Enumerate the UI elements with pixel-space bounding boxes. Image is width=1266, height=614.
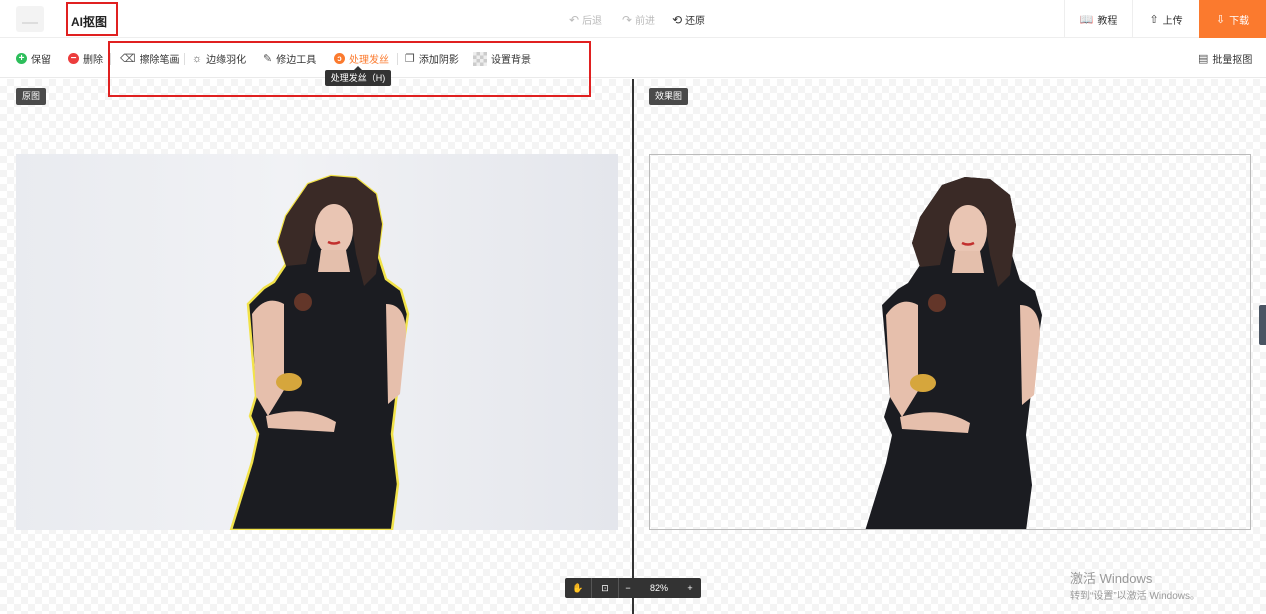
app-logo[interactable] [16,6,44,32]
result-image[interactable] [649,154,1251,530]
erase-stroke-button[interactable]: ⌫ 擦除笔画 [120,51,180,66]
download-label: 下载 [1229,15,1250,27]
upload-button[interactable]: ⇧ 上传 [1132,0,1199,38]
batch-label: 批量抠图 [1212,55,1253,66]
keep-brush-button[interactable]: + 保留 [16,51,51,66]
activation-watermark-title: 激活 Windows [1070,571,1153,586]
result-panel-label: 效果图 [649,88,689,105]
plus-icon: + [16,53,27,64]
batch-cutout-button[interactable]: ▤ 批量抠图 [1198,51,1252,66]
pan-hand-button[interactable]: ✋ [565,578,591,598]
portrait-figure-result [865,177,1042,529]
toolbar-divider [397,53,398,65]
feather-icon: ☼ [192,52,203,65]
top-bar: AI抠图 ↶ 后退 ↷ 前进 ⟲ 还原 📖 教程 ⇧ 上传 ⇩ 下载 [0,0,1266,38]
book-icon: 📖 [1079,13,1094,26]
pen-icon: ✎ [263,53,273,65]
feather-label: 边缘羽化 [206,55,247,66]
upload-label: 上传 [1162,15,1183,27]
zoom-in-button[interactable]: + [681,578,699,598]
set-background-button[interactable]: 设置背景 [473,51,531,66]
edge-tool-label: 修边工具 [276,55,317,66]
delete-label: 删除 [83,55,103,66]
checkerboard-icon [473,51,487,66]
add-shadow-button[interactable]: ❐ 添加阴影 [405,51,459,66]
shadow-icon: ❐ [405,53,415,65]
toolbar-divider [184,53,185,65]
activation-watermark-subtitle: 转到“设置”以激活 Windows。 [1070,591,1201,602]
batch-icon: ▤ [1198,53,1209,65]
undo-label: 后退 [582,16,603,27]
erase-label: 擦除笔画 [139,55,180,66]
redo-label: 前进 [635,16,656,27]
hair-label: 处理发丝 [349,55,389,66]
fit-screen-icon: ⊡ [601,582,609,593]
hair-process-button[interactable]: ↄ 处理发丝 [334,51,389,66]
tutorial-button[interactable]: 📖 教程 [1064,0,1132,38]
zoom-control-bar: ✋ ⊡ − 82% + [565,578,701,598]
side-feedback-tab[interactable] [1259,305,1266,345]
original-panel-label: 原图 [16,88,47,105]
edit-toolbar: + 保留 − 删除 ⌫ 擦除笔画 ☼ 边缘羽化 ✎ 修边工具 ↄ 处理发丝 ❐ … [0,38,1266,78]
minus-icon: − [68,53,79,64]
edge-feather-button[interactable]: ☼ 边缘羽化 [192,51,247,67]
split-divider[interactable] [632,79,634,614]
restore-icon: ⟲ [672,12,683,27]
restore-label: 还原 [685,16,706,27]
tutorial-label: 教程 [1097,15,1118,27]
download-icon: ⇩ [1215,13,1226,26]
hand-icon: ✋ [572,582,584,593]
eraser-icon: ⌫ [120,53,136,65]
toolbar-divider [110,53,111,65]
delete-brush-button[interactable]: − 删除 [68,51,103,66]
zoom-out-button[interactable]: − [619,578,637,598]
background-label: 设置背景 [491,55,531,66]
upload-icon: ⇧ [1149,13,1159,26]
download-button[interactable]: ⇩ 下载 [1199,0,1266,38]
hair-icon: ↄ [334,53,345,64]
undo-button[interactable]: ↶ 后退 [569,12,603,28]
zoom-level: 82% [649,583,668,593]
keep-label: 保留 [31,55,51,66]
fit-screen-button[interactable]: ⊡ [592,578,618,598]
zoom-in-icon: + [687,583,693,593]
original-image[interactable] [16,154,618,530]
edge-tool-button[interactable]: ✎ 修边工具 [263,51,316,66]
hair-tooltip: 处理发丝（H) [325,66,391,86]
redo-button[interactable]: ↷ 前进 [622,12,656,28]
undo-icon: ↶ [569,12,580,27]
portrait-figure-original [229,174,410,530]
shadow-label: 添加阴影 [418,55,459,66]
app-title: AI抠图 [66,2,118,36]
redo-icon: ↷ [622,12,633,27]
zoom-out-icon: − [625,583,631,593]
restore-button[interactable]: ⟲ 还原 [672,12,706,28]
